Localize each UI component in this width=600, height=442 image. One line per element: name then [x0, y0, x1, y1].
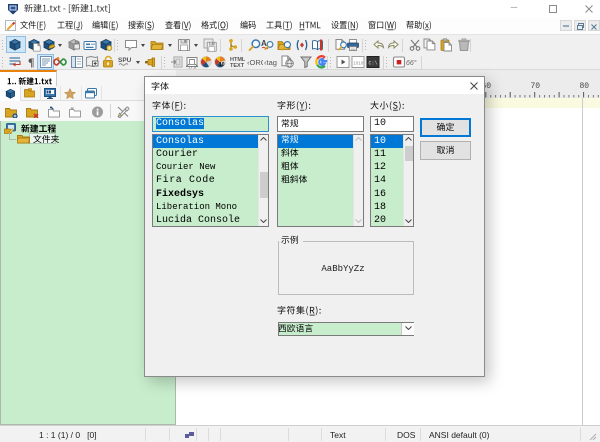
svg-text:17.6: 17.6	[188, 65, 197, 70]
svg-text:¶: ¶	[28, 55, 34, 69]
svg-text:‹ORG: ‹ORG	[247, 58, 263, 67]
svg-text:SPU: SPU	[118, 57, 132, 64]
svg-text:66°: 66°	[406, 59, 417, 67]
svg-text:‹tag: ‹tag	[264, 58, 277, 67]
svg-text:A: A	[261, 39, 267, 48]
svg-text:10: 10	[219, 62, 225, 68]
svg-text:TEXT: TEXT	[230, 63, 245, 69]
svg-text:1010: 1010	[353, 61, 364, 66]
svg-text:C:\: C:\	[369, 61, 378, 67]
